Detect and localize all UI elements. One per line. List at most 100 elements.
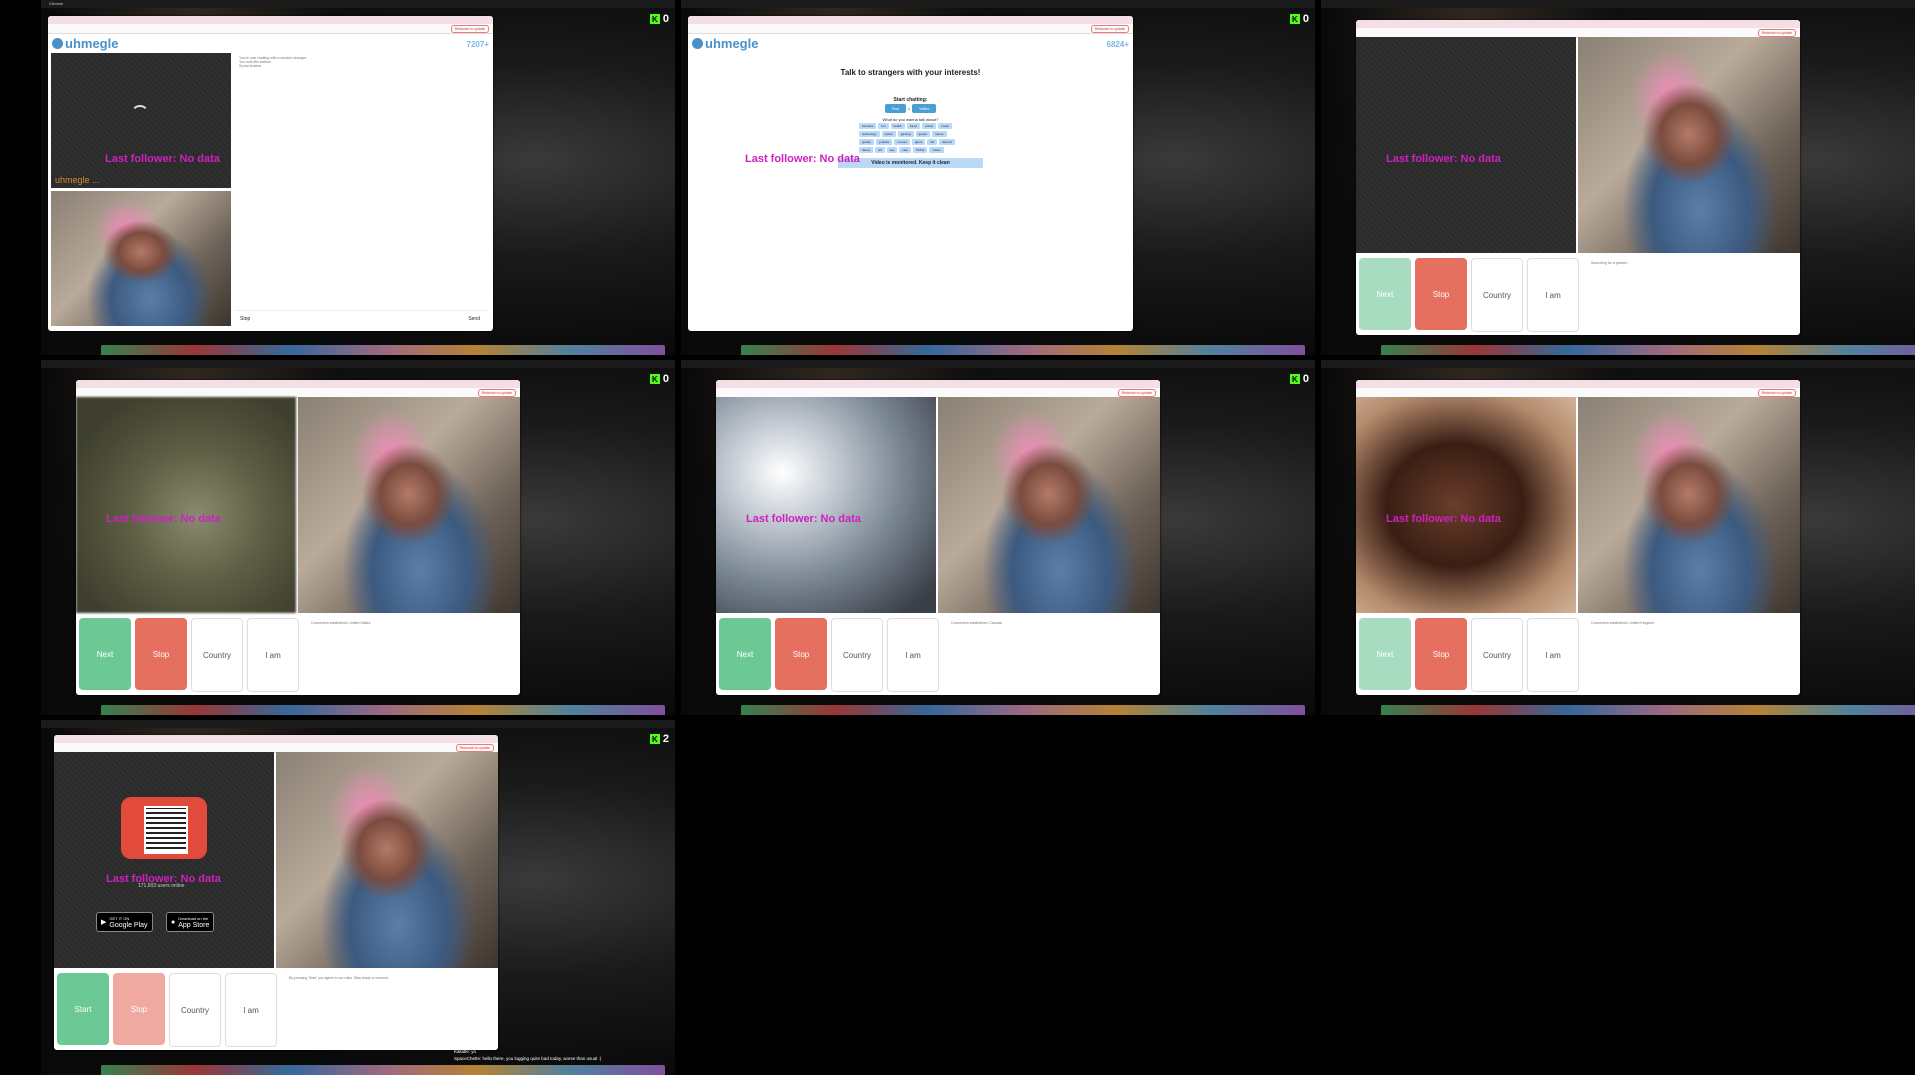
tab-bar[interactable] [716, 380, 1160, 388]
self-video [51, 191, 231, 326]
self-video [298, 397, 520, 613]
interest-tag[interactable]: health [890, 123, 905, 129]
last-follower-overlay: Last follower: No data [1386, 513, 1501, 525]
status-message: Connection established. Canada [951, 621, 1002, 625]
relaunch-button[interactable]: Relaunch to update [450, 25, 489, 33]
interest-tag[interactable]: cats [899, 147, 911, 153]
app-store-button[interactable]: ● Download on the App Store [166, 912, 215, 932]
interest-tag[interactable]: roblox [929, 147, 944, 153]
qr-tv-logo-icon [121, 797, 207, 859]
i-am-button[interactable]: I am [1527, 618, 1579, 692]
mac-dock[interactable] [101, 1065, 665, 1075]
i-am-button[interactable]: I am [247, 618, 299, 692]
interest-tag[interactable]: discord [939, 139, 955, 145]
interest-tag[interactable]: sports [881, 131, 896, 137]
next-button[interactable]: Next [1359, 618, 1411, 690]
control-buttons: Start Stop Country I am [57, 973, 282, 1047]
interest-tag[interactable]: fun [878, 123, 889, 129]
app-store-label: App Store [178, 922, 210, 929]
stream-panel-5: K0 Relaunch to update Next Stop Country … [681, 360, 1315, 715]
uhmegle-logo[interactable]: uhmegle [52, 36, 118, 51]
video-chat-button[interactable]: Video [912, 104, 937, 113]
stream-panel-4: K0 Relaunch to update Next Stop Country … [41, 360, 675, 715]
text-chat-button[interactable]: Text [884, 104, 906, 113]
tab-bar[interactable] [688, 16, 1133, 24]
mac-dock[interactable] [741, 345, 1305, 355]
last-follower-overlay: Last follower: No data [745, 153, 860, 165]
uhmegle-logo-icon [52, 38, 63, 49]
tab-bar[interactable] [76, 380, 520, 388]
stream-panel-3: K0 Relaunch to update Next Stop Country … [1321, 0, 1915, 355]
viewer-counter: K0 [1289, 373, 1309, 385]
interest-tag[interactable]: life [927, 139, 938, 145]
stop-button[interactable]: Stop [240, 316, 250, 322]
relaunch-button[interactable]: Relaunch to update [1757, 389, 1796, 397]
interest-tag[interactable]: music [938, 123, 953, 129]
tab-bar[interactable] [48, 16, 493, 24]
send-button[interactable]: Send [468, 316, 480, 322]
relaunch-button[interactable]: Relaunch to update [1090, 25, 1129, 33]
interest-tag[interactable]: art [875, 147, 885, 153]
online-count: 6824+ [1106, 40, 1129, 49]
google-play-button[interactable]: ▶ GET IT ON Google Play [96, 912, 153, 932]
interest-tag[interactable]: sex [886, 147, 898, 153]
country-button[interactable]: Country [1471, 258, 1523, 332]
interest-tag[interactable]: travel [906, 123, 921, 129]
start-button[interactable]: Start [57, 973, 109, 1045]
interest-tag[interactable]: youtube [875, 139, 893, 145]
stranger-video: 171,603 users online ▶ GET IT ON Google Pl… [54, 752, 274, 968]
stop-button[interactable]: Stop [135, 618, 187, 690]
mac-menubar [41, 720, 675, 728]
tab-bar[interactable] [1356, 380, 1800, 388]
tab-bar[interactable] [54, 735, 498, 743]
browser-window: Relaunch to update 171,603 users online … [54, 735, 498, 1050]
stranger-video [1356, 397, 1576, 613]
mac-dock[interactable] [101, 705, 665, 715]
interest-tag[interactable]: anime [922, 123, 937, 129]
interest-tag[interactable]: nature [932, 131, 947, 137]
stream-panel-6: K2 Relaunch to update Next Stop Country … [1321, 360, 1915, 715]
country-button[interactable]: Country [831, 618, 883, 692]
i-am-button[interactable]: I am [1527, 258, 1579, 332]
tab-bar[interactable] [1356, 20, 1800, 28]
interest-tag[interactable]: gaming [897, 131, 914, 137]
relaunch-button[interactable]: Relaunch to update [455, 744, 494, 752]
relaunch-button[interactable]: Relaunch to update [477, 389, 516, 397]
interest-tag[interactable]: movies [894, 139, 910, 145]
stream-chat-line: SpaceChette: hello there, you logging qu… [454, 1056, 602, 1061]
stop-button[interactable]: Stop [1415, 618, 1467, 690]
next-button[interactable]: Next [1359, 258, 1411, 330]
stop-button[interactable]: Stop [113, 973, 165, 1045]
interest-tag[interactable]: gossip [859, 139, 874, 145]
i-am-button[interactable]: I am [887, 618, 939, 692]
country-button[interactable]: Country [191, 618, 243, 692]
viewer-counter: K0 [649, 13, 669, 25]
next-button[interactable]: Next [79, 618, 131, 690]
interest-tag[interactable]: TikTok [912, 147, 928, 153]
country-button[interactable]: Country [1471, 618, 1523, 692]
mac-dock[interactable] [741, 705, 1305, 715]
address-bar[interactable]: Relaunch to update [688, 24, 1133, 34]
interest-tag[interactable]: game [911, 139, 926, 145]
address-bar[interactable]: Relaunch to update [48, 24, 493, 34]
stop-button[interactable]: Stop [775, 618, 827, 690]
interest-tag[interactable]: dance [859, 147, 874, 153]
relaunch-button[interactable]: Relaunch to update [1757, 29, 1796, 37]
next-button[interactable]: Next [719, 618, 771, 690]
interest-tag[interactable]: technology [859, 131, 880, 137]
stop-button[interactable]: Stop [1415, 258, 1467, 330]
mac-dock[interactable] [101, 345, 665, 355]
relaunch-button[interactable]: Relaunch to update [1117, 389, 1156, 397]
status-message: By pressing 'Start' you agree to our rul… [289, 976, 389, 980]
uhmegle-logo[interactable]: uhmegle [692, 36, 758, 51]
country-button[interactable]: Country [169, 973, 221, 1047]
interest-tags[interactable]: interests fun health travel anime music techno… [818, 122, 1003, 154]
interest-tag[interactable]: interests [859, 123, 877, 129]
i-am-button[interactable]: I am [225, 973, 277, 1047]
mac-dock[interactable] [1381, 345, 1915, 355]
chat-log: Connection established. United Kingdom [1588, 618, 1796, 690]
google-play-icon: ▶ [101, 919, 107, 926]
chat-line: Social shallow [239, 64, 262, 68]
mac-dock[interactable] [1381, 705, 1915, 715]
interest-tag[interactable]: gamer [915, 131, 931, 137]
